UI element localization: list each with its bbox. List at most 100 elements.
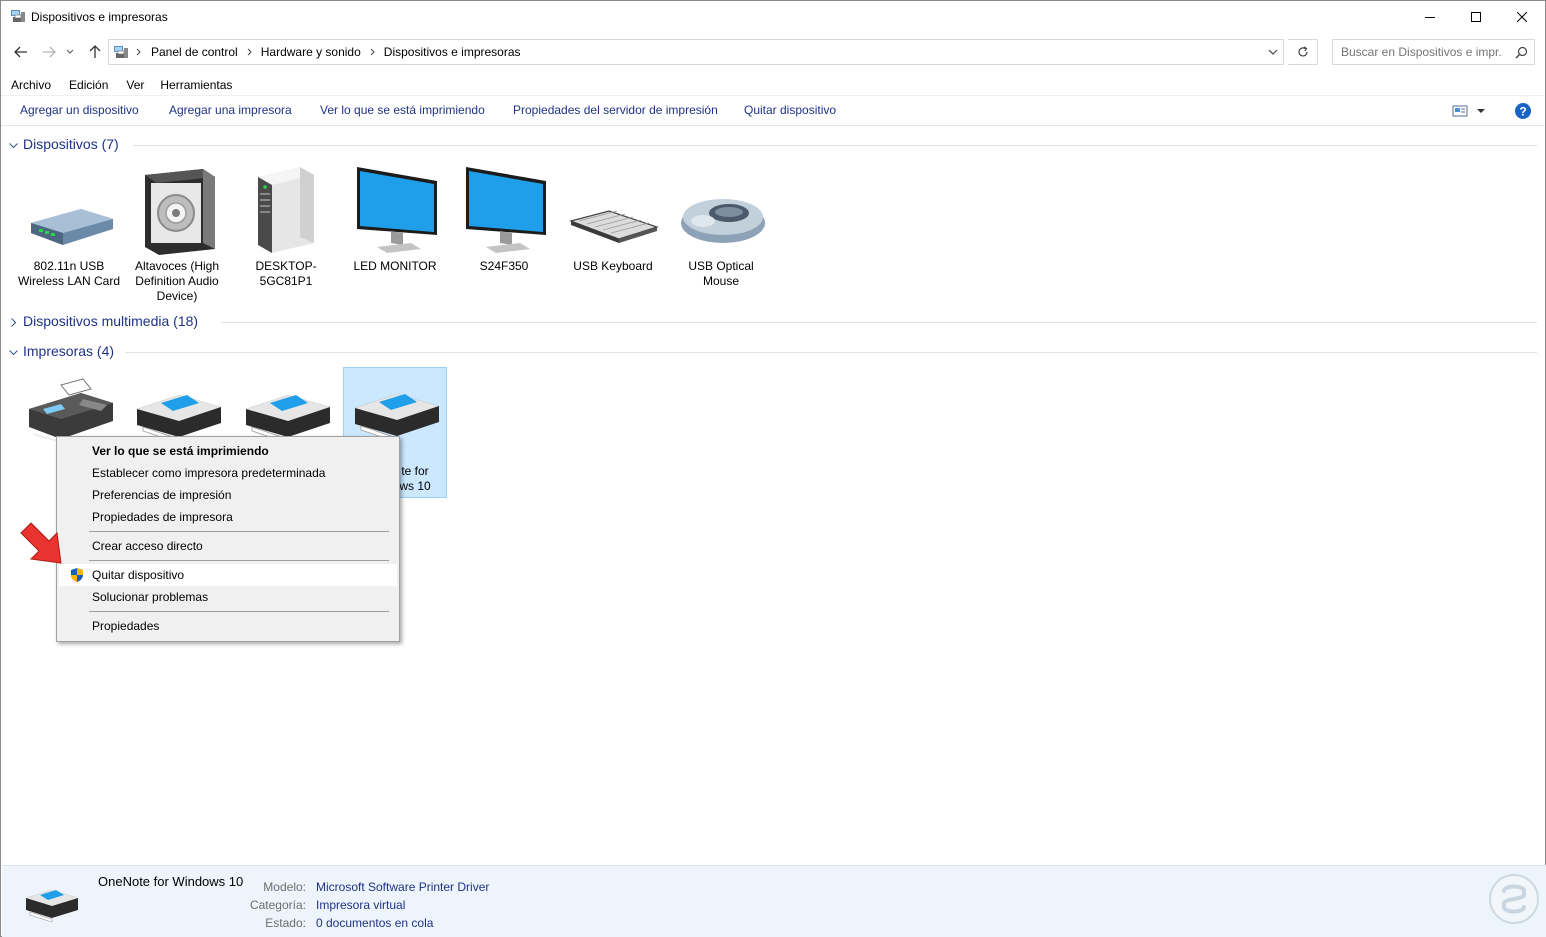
device-item[interactable]: DESKTOP-5GC81P1 bbox=[234, 163, 338, 289]
menu-edicion[interactable]: Edición bbox=[58, 75, 115, 95]
device-item[interactable]: USB Optical Mouse bbox=[669, 163, 773, 289]
search-icon[interactable] bbox=[1515, 46, 1528, 59]
chevron-right-icon bbox=[11, 318, 17, 327]
device-item[interactable]: LED MONITOR bbox=[343, 163, 447, 274]
view-options-icon[interactable] bbox=[1452, 104, 1468, 118]
add-device-button[interactable]: Agregar un dispositivo bbox=[20, 103, 139, 117]
menu-ver[interactable]: Ver bbox=[115, 75, 151, 95]
group-divider bbox=[221, 322, 1537, 323]
breadcrumb-devices-printers[interactable]: Dispositivos e impresoras bbox=[377, 45, 521, 59]
device-item[interactable]: USB Keyboard bbox=[561, 163, 665, 274]
close-icon bbox=[1517, 11, 1527, 22]
arrow-left-icon bbox=[14, 46, 27, 58]
details-value-model: Microsoft Software Printer Driver bbox=[316, 880, 490, 894]
help-icon[interactable]: ? bbox=[1514, 102, 1532, 120]
add-printer-button[interactable]: Agregar una impresora bbox=[169, 103, 292, 117]
ctx-create-shortcut[interactable]: Crear acceso directo bbox=[59, 535, 397, 557]
device-label: Altavoces (High Definition Audio Device) bbox=[134, 259, 220, 303]
minimize-icon bbox=[1425, 16, 1435, 18]
up-button[interactable] bbox=[85, 43, 105, 61]
back-button[interactable] bbox=[11, 43, 31, 61]
maximize-button[interactable] bbox=[1453, 1, 1499, 32]
device-label: USB Keyboard bbox=[573, 259, 653, 273]
arrow-up-icon bbox=[89, 45, 101, 58]
device-label: DESKTOP-5GC81P1 bbox=[255, 259, 317, 288]
details-value-status: 0 documentos en cola bbox=[316, 916, 434, 930]
breadcrumb-hardware-sound[interactable]: Hardware y sonido bbox=[254, 45, 361, 59]
monitor-icon bbox=[466, 167, 546, 253]
minimize-button[interactable] bbox=[1407, 1, 1453, 32]
see-printing-button[interactable]: Ver lo que se está imprimiendo bbox=[320, 103, 485, 117]
recent-locations-button[interactable] bbox=[64, 43, 76, 61]
details-label-model: Modelo: bbox=[263, 880, 306, 894]
ctx-printer-properties[interactable]: Propiedades de impresora bbox=[59, 506, 397, 528]
watermark-logo bbox=[1489, 874, 1539, 924]
device-label: LED MONITOR bbox=[353, 259, 437, 273]
speaker-icon bbox=[145, 169, 215, 255]
devices-printers-window: Dispositivos e impresoras Panel de contr… bbox=[0, 0, 1546, 937]
group-title: Impresoras (4) bbox=[23, 343, 115, 359]
group-title: Dispositivos multimedia (18) bbox=[23, 313, 199, 329]
ctx-separator bbox=[89, 611, 389, 612]
computer-tower-icon bbox=[258, 167, 314, 253]
details-label-status: Estado: bbox=[265, 916, 306, 930]
devices-printers-icon bbox=[114, 45, 128, 58]
group-header-printers[interactable]: Impresoras (4) bbox=[1, 342, 1545, 362]
shield-icon bbox=[71, 568, 83, 582]
printer-icon bbox=[26, 890, 78, 923]
ctx-separator bbox=[89, 531, 389, 532]
red-arrow-icon bbox=[20, 522, 62, 564]
group-divider bbox=[133, 145, 1537, 146]
ctx-properties[interactable]: Propiedades bbox=[59, 615, 397, 637]
group-header-devices[interactable]: Dispositivos (7) bbox=[1, 135, 1545, 155]
ctx-see-printing[interactable]: Ver lo que se está imprimiendo bbox=[59, 440, 397, 462]
ctx-troubleshoot[interactable]: Solucionar problemas bbox=[59, 586, 397, 608]
ctx-print-preferences[interactable]: Preferencias de impresión bbox=[59, 484, 397, 506]
address-row: Panel de control Hardware y sonido Dispo… bbox=[1, 37, 1545, 67]
address-bar[interactable]: Panel de control Hardware y sonido Dispo… bbox=[108, 39, 1284, 65]
device-label: S24F350 bbox=[479, 259, 529, 273]
refresh-icon bbox=[1297, 46, 1308, 57]
svg-text:?: ? bbox=[1519, 105, 1526, 119]
refresh-button[interactable] bbox=[1288, 39, 1318, 65]
search-input[interactable] bbox=[1333, 45, 1503, 59]
ctx-separator bbox=[89, 560, 389, 561]
caret-down-icon[interactable] bbox=[1476, 107, 1486, 115]
details-label-category: Categoría: bbox=[249, 898, 306, 912]
monitor-icon bbox=[357, 167, 437, 253]
device-item[interactable]: S24F350 bbox=[452, 163, 556, 274]
ctx-remove-device[interactable]: Quitar dispositivo bbox=[59, 564, 397, 586]
ctx-set-default[interactable]: Establecer como impresora predeterminada bbox=[59, 462, 397, 484]
forward-button[interactable] bbox=[39, 43, 59, 61]
menu-herramientas[interactable]: Herramientas bbox=[151, 75, 239, 95]
chevron-right-icon bbox=[136, 48, 141, 56]
chevron-right-icon bbox=[370, 48, 375, 56]
group-divider bbox=[125, 352, 1537, 353]
close-button[interactable] bbox=[1499, 1, 1545, 32]
device-label: 802.11n USB Wireless LAN Card bbox=[17, 259, 121, 288]
command-bar: Agregar un dispositivo Agregar una impre… bbox=[1, 95, 1545, 126]
details-pane: OneNote for Windows 10 Modelo: Microsoft… bbox=[2, 865, 1546, 937]
title-bar[interactable]: Dispositivos e impresoras bbox=[1, 1, 1545, 32]
network-adapter-icon bbox=[31, 209, 113, 245]
group-header-multimedia[interactable]: Dispositivos multimedia (18) bbox=[1, 312, 1545, 332]
devices-printers-icon bbox=[11, 10, 25, 22]
device-item[interactable]: 802.11n USB Wireless LAN Card bbox=[17, 163, 121, 289]
maximize-icon bbox=[1471, 11, 1481, 22]
breadcrumb-control-panel[interactable]: Panel de control bbox=[143, 45, 238, 59]
details-value-category: Impresora virtual bbox=[316, 898, 406, 912]
chevron-down-icon[interactable] bbox=[1267, 47, 1279, 57]
menu-archivo[interactable]: Archivo bbox=[1, 75, 58, 95]
chevron-down-icon bbox=[9, 350, 18, 356]
menu-bar: Archivo Edición Ver Herramientas bbox=[1, 75, 1545, 95]
print-server-properties-button[interactable]: Propiedades del servidor de impresión bbox=[513, 103, 718, 117]
chevron-down-icon bbox=[9, 143, 18, 149]
mouse-icon bbox=[681, 199, 765, 243]
keyboard-icon bbox=[569, 210, 659, 243]
window-title: Dispositivos e impresoras bbox=[31, 10, 168, 24]
remove-device-button[interactable]: Quitar dispositivo bbox=[744, 103, 836, 117]
device-item[interactable]: Altavoces (High Definition Audio Device) bbox=[125, 163, 229, 304]
search-box[interactable] bbox=[1332, 39, 1535, 65]
chevron-down-icon bbox=[66, 49, 74, 54]
device-label: USB Optical Mouse bbox=[688, 259, 754, 288]
